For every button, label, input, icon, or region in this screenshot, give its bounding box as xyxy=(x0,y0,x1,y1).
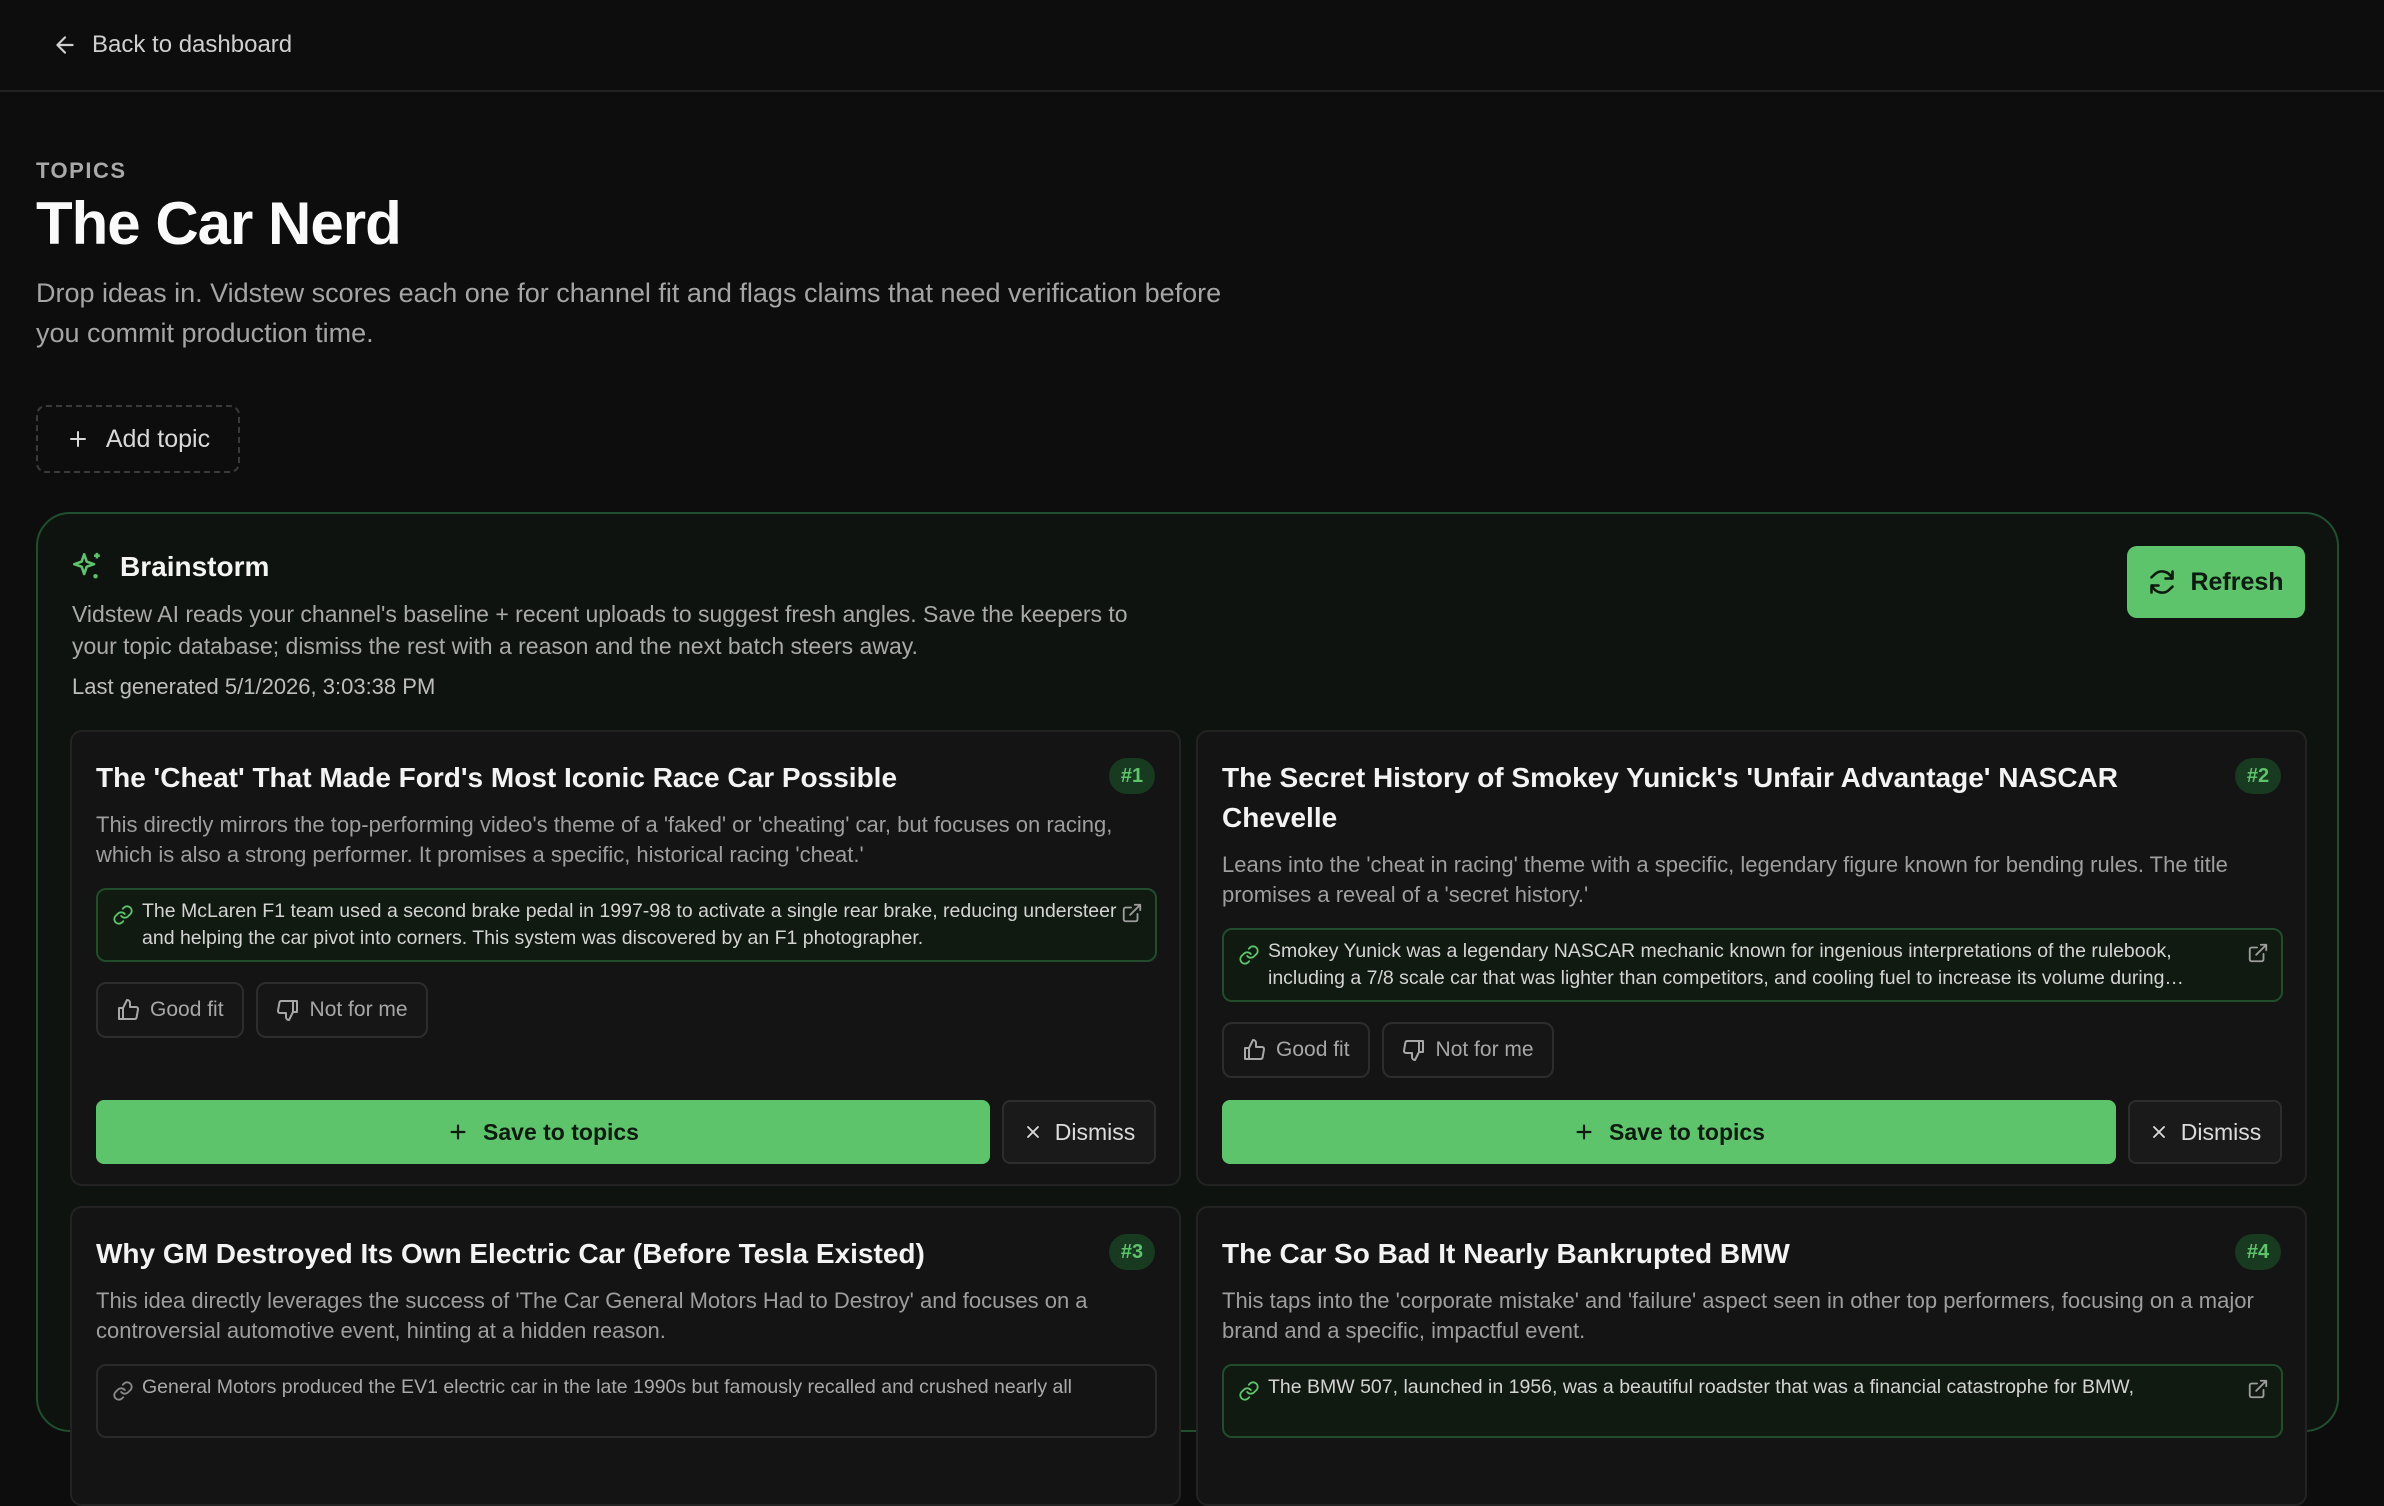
idea-card-4: The Car So Bad It Nearly Bankrupted BMW … xyxy=(1196,1206,2307,1506)
refresh-button[interactable]: Refresh xyxy=(2127,546,2305,618)
good-fit-button[interactable]: Good fit xyxy=(96,982,244,1038)
external-link-icon[interactable] xyxy=(1121,902,1143,924)
claim-box: The BMW 507, launched in 1956, was a bea… xyxy=(1222,1364,2283,1438)
top-bar: Back to dashboard xyxy=(0,0,2384,92)
idea-card-1: The 'Cheat' That Made Ford's Most Iconic… xyxy=(70,730,1181,1186)
feedback-buttons: Good fit Not for me xyxy=(1222,1022,1554,1078)
idea-card-2: The Secret History of Smokey Yunick's 'U… xyxy=(1196,730,2307,1186)
save-label: Save to topics xyxy=(483,1118,639,1145)
feedback-buttons: Good fit Not for me xyxy=(96,982,428,1038)
thumbs-up-icon xyxy=(1244,1039,1265,1060)
idea-reason: This idea directly leverages the success… xyxy=(96,1288,1088,1343)
dismiss-button[interactable]: Dismiss xyxy=(2128,1100,2282,1164)
dismiss-button[interactable]: Dismiss xyxy=(1002,1100,1156,1164)
add-topic-button[interactable]: Add topic xyxy=(36,405,240,473)
page-title: The Car Nerd xyxy=(36,190,402,257)
claim-text: General Motors produced the EV1 electric… xyxy=(142,1376,1073,1398)
dismiss-label: Dismiss xyxy=(2180,1118,2262,1145)
not-for-me-label: Not for me xyxy=(1435,1038,1534,1061)
external-link-icon[interactable] xyxy=(2247,942,2269,964)
brainstorm-description: Vidstew AI reads your channel's baseline… xyxy=(72,601,1128,659)
save-to-topics-button[interactable]: Save to topics xyxy=(1222,1100,2116,1164)
link-icon xyxy=(1239,1381,1259,1401)
save-to-topics-button[interactable]: Save to topics xyxy=(96,1100,990,1164)
idea-reason: This taps into the 'corporate mistake' a… xyxy=(1222,1288,2254,1343)
claim-text: Smokey Yunick was a legendary NASCAR mec… xyxy=(1268,940,2172,989)
idea-title: The 'Cheat' That Made Ford's Most Iconic… xyxy=(96,762,898,793)
sparkles-icon xyxy=(72,552,100,579)
external-link-icon[interactable] xyxy=(2247,1378,2269,1400)
good-fit-label: Good fit xyxy=(150,998,224,1021)
plus-icon xyxy=(69,431,86,447)
add-topic-label: Add topic xyxy=(105,424,211,453)
claim-box: Smokey Yunick was a legendary NASCAR mec… xyxy=(1222,928,2283,1002)
claim-text: The McLaren F1 team used a second brake … xyxy=(142,900,1117,949)
not-for-me-button[interactable]: Not for me xyxy=(255,982,428,1038)
rank-badge: #3 xyxy=(1109,1234,1155,1270)
idea-reason: This directly mirrors the top-performing… xyxy=(96,812,1113,867)
refresh-icon xyxy=(2150,570,2175,594)
claim-text: The BMW 507, launched in 1956, was a bea… xyxy=(1268,1376,2135,1398)
idea-reason: Leans into the 'cheat in racing' theme w… xyxy=(1222,852,2228,907)
thumbs-up-icon xyxy=(118,999,139,1020)
plus-icon xyxy=(1576,1124,1592,1140)
link-icon xyxy=(1239,945,1259,965)
card-actions: Save to topics Dismiss xyxy=(96,1100,1156,1164)
link-icon xyxy=(113,905,133,925)
card-actions: Save to topics Dismiss xyxy=(1222,1100,2282,1164)
thumbs-down-icon xyxy=(276,1000,298,1021)
rank-badge: #1 xyxy=(1109,758,1155,794)
idea-title: Why GM Destroyed Its Own Electric Car (B… xyxy=(96,1238,925,1269)
refresh-label: Refresh xyxy=(2190,567,2284,596)
brainstorm-header: Brainstorm xyxy=(70,550,269,584)
dismiss-label: Dismiss xyxy=(1054,1118,1136,1145)
claim-box: The McLaren F1 team used a second brake … xyxy=(96,888,1157,962)
thumbs-down-icon xyxy=(1402,1040,1424,1061)
rank-badge: #4 xyxy=(2235,1234,2281,1270)
rank-badge: #2 xyxy=(2235,758,2281,794)
idea-title: The Car So Bad It Nearly Bankrupted BMW xyxy=(1222,1238,1790,1269)
link-icon xyxy=(113,1381,133,1401)
idea-card-3: Why GM Destroyed Its Own Electric Car (B… xyxy=(70,1206,1181,1506)
page-description: Drop ideas in. Vidstew scores each one f… xyxy=(36,278,1222,348)
close-icon xyxy=(2152,1126,2165,1138)
back-to-dashboard-link[interactable]: Back to dashboard xyxy=(52,31,292,59)
save-label: Save to topics xyxy=(1609,1118,1765,1145)
last-generated-timestamp: Last generated 5/1/2026, 3:03:38 PM xyxy=(72,674,436,699)
arrow-left-icon xyxy=(56,36,74,54)
brainstorm-title: Brainstorm xyxy=(120,551,270,582)
claim-box: General Motors produced the EV1 electric… xyxy=(96,1364,1157,1438)
idea-title: The Secret History of Smokey Yunick's 'U… xyxy=(1222,762,2118,833)
back-link-label: Back to dashboard xyxy=(92,31,293,58)
close-icon xyxy=(1026,1126,1039,1138)
section-eyebrow: TOPICS xyxy=(36,158,127,183)
brainstorm-panel: Brainstorm Vidstew AI reads your channel… xyxy=(36,512,2339,1506)
not-for-me-button[interactable]: Not for me xyxy=(1381,1022,1554,1078)
good-fit-button[interactable]: Good fit xyxy=(1222,1022,1370,1078)
not-for-me-label: Not for me xyxy=(309,998,408,1021)
good-fit-label: Good fit xyxy=(1276,1038,1350,1061)
plus-icon xyxy=(450,1124,466,1140)
